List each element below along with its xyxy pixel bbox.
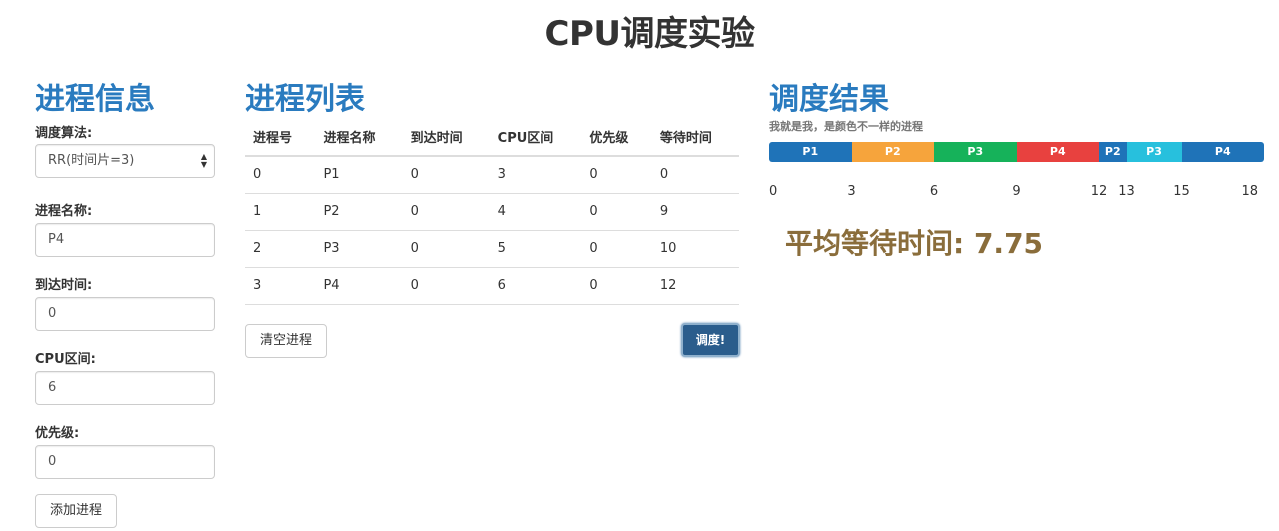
table-cell: 12 xyxy=(651,267,739,305)
table-cell: 6 xyxy=(489,267,582,305)
table-cell: 9 xyxy=(651,193,739,231)
table-cell: 4 xyxy=(489,193,582,231)
table-row: 1 P2 0 4 0 9 xyxy=(245,193,739,231)
table-cell: 2 xyxy=(245,230,316,268)
table-cell: 5 xyxy=(489,230,582,268)
time-tick-label: 3 xyxy=(847,184,856,199)
table-cell: 0 xyxy=(402,267,490,305)
schedule-result-heading: 调度结果 xyxy=(769,82,889,117)
page-title: CPU调度实验 xyxy=(544,14,755,54)
table-cell: 0 xyxy=(651,156,739,194)
table-cell: P1 xyxy=(315,156,403,194)
color-hint-text: 我就是我，是颜色不一样的进程 xyxy=(769,120,923,133)
table-cell: 0 xyxy=(581,156,652,194)
gantt-chart: P1 P2 P3 P4 P2 P3 P4 xyxy=(769,142,1264,162)
table-cell: 0 xyxy=(402,156,490,194)
time-tick-label: 12 xyxy=(1090,184,1108,199)
table-row: 2 P3 0 5 0 10 xyxy=(245,230,739,268)
select-updown-icon: ▲ ▼ xyxy=(200,152,208,169)
column-header: 等待时间 xyxy=(651,118,739,157)
time-tick-label: 9 xyxy=(1012,184,1021,199)
clear-processes-button[interactable]: 清空进程 xyxy=(245,324,327,358)
gantt-segment-p3: P3 xyxy=(1126,142,1182,162)
arrival-time-input[interactable]: 0 xyxy=(35,297,215,331)
algorithm-select[interactable]: RR(时间片=3) ▲ ▼ xyxy=(35,144,215,178)
time-tick-label: 15 xyxy=(1173,184,1190,199)
table-header-row: 进程号 进程名称 到达时间 CPU区间 优先级 等待时间 xyxy=(245,118,739,157)
algorithm-label: 调度算法: xyxy=(35,126,93,141)
gantt-time-axis: 0 3 6 9 12 13 15 18 xyxy=(769,184,1264,200)
table-cell: 0 xyxy=(581,193,652,231)
algorithm-select-value: RR(时间片=3) xyxy=(48,153,135,168)
arrival-time-label: 到达时间: xyxy=(35,278,93,293)
table-cell: 3 xyxy=(245,267,316,305)
table-cell: 0 xyxy=(402,193,490,231)
gantt-segment-p3: P3 xyxy=(934,142,1017,162)
process-name-input[interactable]: P4 xyxy=(35,223,215,257)
schedule-button[interactable]: 调度! xyxy=(681,323,740,357)
process-table: 进程号 进程名称 到达时间 CPU区间 优先级 等待时间 0 P1 0 3 0 … xyxy=(245,118,739,305)
column-header: 进程号 xyxy=(245,118,316,157)
gantt-segment-p1: P1 xyxy=(769,142,852,162)
table-cell: 10 xyxy=(651,230,739,268)
column-header: CPU区间 xyxy=(489,118,582,157)
table-cell: 3 xyxy=(489,156,582,194)
table-cell: 0 xyxy=(581,267,652,305)
add-process-button[interactable]: 添加进程 xyxy=(35,494,117,528)
gantt-segment-p2: P2 xyxy=(851,142,934,162)
cpu-burst-input[interactable]: 6 xyxy=(35,371,215,405)
gantt-segment-p4: P4 xyxy=(1016,142,1099,162)
table-cell: 0 xyxy=(402,230,490,268)
column-header: 到达时间 xyxy=(402,118,490,157)
table-row: 3 P4 0 6 0 12 xyxy=(245,267,739,305)
cpu-burst-label: CPU区间: xyxy=(35,352,96,367)
process-name-label: 进程名称: xyxy=(35,204,93,219)
time-tick-label: 0 xyxy=(769,184,778,199)
time-tick-label: 6 xyxy=(929,184,939,199)
column-header: 进程名称 xyxy=(315,118,403,157)
average-wait-time: 平均等待时间: 7.75 xyxy=(785,227,1044,260)
table-row: 0 P1 0 3 0 0 xyxy=(245,156,739,194)
time-tick-label: 18 xyxy=(1241,184,1258,199)
time-tick-label: 13 xyxy=(1118,184,1135,199)
priority-input[interactable]: 0 xyxy=(35,445,215,479)
table-cell: P4 xyxy=(315,267,403,305)
gantt-segment-p2: P2 xyxy=(1099,142,1127,162)
table-cell: 0 xyxy=(581,230,652,268)
priority-label: 优先级: xyxy=(35,426,80,441)
table-cell: P3 xyxy=(315,230,403,268)
table-cell: 0 xyxy=(245,156,316,194)
column-header: 优先级 xyxy=(581,118,652,157)
table-cell: 1 xyxy=(245,193,316,231)
table-cell: P2 xyxy=(315,193,403,231)
process-info-heading: 进程信息 xyxy=(35,82,155,117)
gantt-segment-p4: P4 xyxy=(1181,142,1264,162)
process-list-heading: 进程列表 xyxy=(245,82,365,117)
